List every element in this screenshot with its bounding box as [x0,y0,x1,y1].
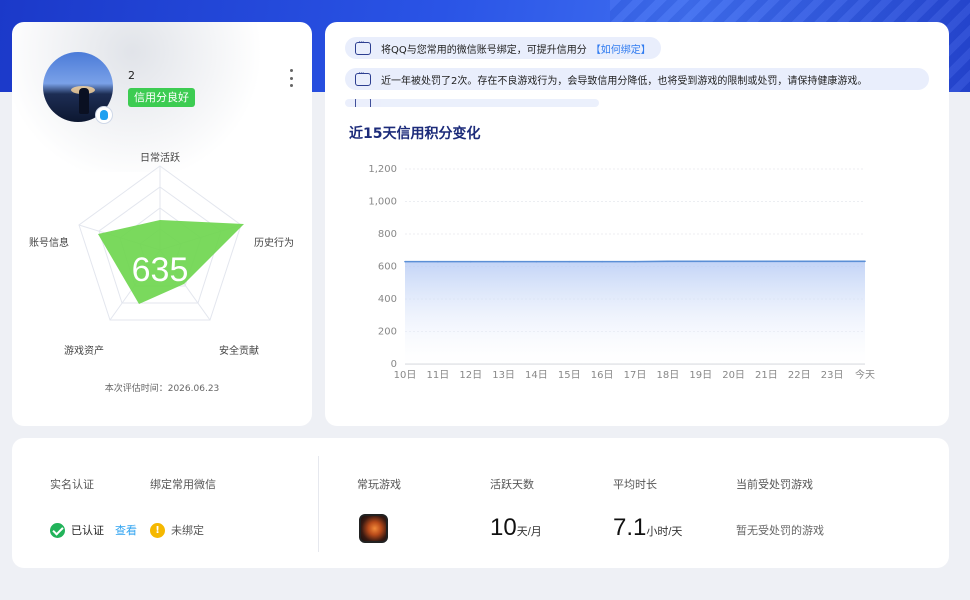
check-circle-icon [50,522,65,538]
radar-axis-label: 安全贡献 [219,344,259,357]
data-point [502,260,505,263]
x-tick-label: 20日 [722,370,745,381]
avg-time: 7.1小时/天 [613,514,683,541]
x-tick-label: 14日 [525,370,548,381]
radar-axis-label: 历史行为 [254,236,294,249]
x-tick-label: 10日 [394,370,417,381]
username: 2 [128,69,135,82]
view-realname-link[interactable]: 查看 [115,522,137,538]
data-point [469,260,472,263]
game-app-icon[interactable] [359,514,388,543]
y-tick-label: 0 [391,359,397,370]
data-point [765,260,768,263]
data-point [831,260,833,263]
data-point [732,260,735,263]
wechat-status: ! 未绑定 [150,522,204,538]
x-tick-label: 12日 [459,370,482,381]
y-tick-label: 800 [378,229,397,240]
notice-penalty: 近一年被处罚了2次。存在不良游戏行为，会导致信用分降低，也将受到游戏的限制或处罚… [345,68,929,90]
y-tick-label: 200 [378,327,397,338]
realname-label: 实名认证 [50,478,94,491]
penalty-status: 暂无受处罚的游戏 [736,524,824,537]
qq-penguin-icon [95,106,113,124]
data-point [601,260,603,263]
how-to-bind-link[interactable]: 【如何绑定】 [591,41,651,56]
warning-icon: ! [150,522,165,538]
notice-text: 将QQ与您常用的微信账号绑定，可提升信用分 [381,44,587,56]
account-info-card: 实名认证 绑定常用微信 已认证 查看 ! 未绑定 常玩游戏 活跃天数 平均时长 … [12,438,949,568]
credit-line-chart: 0 200 400 600 800 1,000 1,200 10日 11日 12日 13日 14日 15… [368,164,875,381]
x-tick-label: 17日 [624,370,647,381]
radar-axis-label: 游戏资产 [64,344,104,357]
active-days: 10天/月 [490,514,542,541]
x-tick-label: 22日 [788,370,811,381]
credit-area-fill [405,261,865,364]
y-tick-label: 1,200 [368,164,397,175]
x-tick-label: 13日 [492,370,515,381]
credit-score: 635 [132,251,189,289]
data-point [437,260,439,263]
credit-status-badge: 信用分良好 [128,88,195,107]
radar-axis-label: 日常活跃 [140,151,180,164]
data-point [404,260,406,263]
y-tick-label: 400 [378,294,397,305]
data-point [634,260,636,263]
notice-text: 近一年被处罚了2次。存在不良游戏行为，会导致信用分降低，也将受到游戏的限制或处罚… [381,75,868,87]
x-tick-label: 18日 [656,370,679,381]
games-label: 常玩游戏 [357,478,401,491]
x-tick-label: 今天 [855,368,875,381]
message-icon [355,69,371,86]
data-point [535,260,538,263]
active-days-label: 活跃天数 [490,478,534,491]
avg-time-label: 平均时长 [613,478,657,491]
x-tick-label: 21日 [755,370,778,381]
notice-bind-wechat: 将QQ与您常用的微信账号绑定，可提升信用分 【如何绑定】 [345,37,661,59]
profile-card: 2 信用分良好 635 日常活跃 历史行为 安全贡献 游戏资产 账号信息 本次评… [12,22,312,426]
data-point [864,260,866,263]
y-tick-label: 600 [378,262,397,273]
data-point [568,260,571,263]
evaluation-time: 本次评估时间：2026.06.23 [104,384,220,394]
credit-radar-chart: 635 日常活跃 历史行为 安全贡献 游戏资产 账号信息 [29,151,294,357]
credit-chart-card: 将QQ与您常用的微信账号绑定，可提升信用分 【如何绑定】 近一年被处罚了2次。存… [325,22,949,426]
more-options-icon[interactable] [287,69,295,87]
message-icon [355,99,371,107]
x-tick-label: 11日 [426,370,449,381]
message-icon [355,38,371,55]
y-tick-label: 1,000 [368,197,397,208]
data-point [798,260,801,263]
data-point [667,260,669,263]
x-tick-label: 23日 [821,370,844,381]
x-tick-label: 16日 [591,370,614,381]
divider [318,456,319,552]
wechat-label: 绑定常用微信 [150,478,216,491]
penalty-label: 当前受处罚游戏 [736,478,813,491]
x-tick-label: 15日 [558,370,581,381]
realname-status: 已认证 查看 [50,522,137,538]
data-point [699,260,702,263]
radar-axis-label: 账号信息 [29,236,69,249]
x-tick-label: 19日 [689,370,712,381]
chart-title: 近15天信用积分变化 [349,126,481,142]
notice-partial [345,99,599,107]
